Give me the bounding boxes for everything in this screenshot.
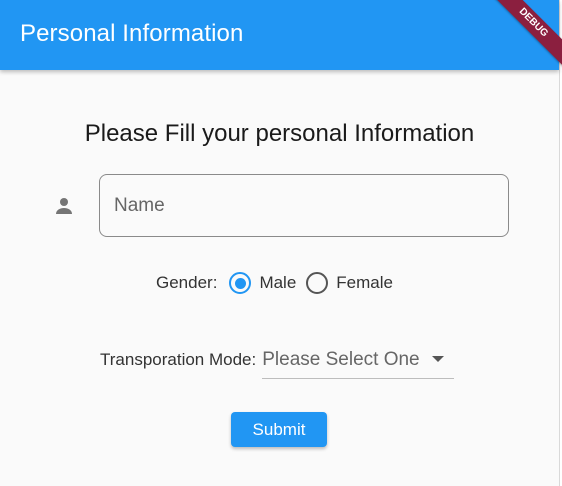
radio-male-label: Male bbox=[259, 273, 297, 292]
form-content: Please Fill your personal Information Ge… bbox=[0, 70, 559, 486]
gender-label: Gender: bbox=[156, 273, 218, 292]
gender-option-female[interactable]: Female bbox=[306, 272, 393, 294]
transportation-label: Transporation Mode: bbox=[100, 350, 257, 369]
radio-male[interactable] bbox=[229, 272, 252, 294]
transportation-dropdown[interactable]: Please Select One bbox=[262, 341, 455, 379]
dropdown-value: Please Select One bbox=[262, 348, 420, 370]
gender-option-male[interactable]: Male bbox=[229, 272, 296, 294]
name-input[interactable] bbox=[100, 175, 508, 236]
radio-female[interactable] bbox=[306, 272, 329, 294]
form-heading: Please Fill your personal Information bbox=[84, 120, 475, 147]
submit-button[interactable]: Submit bbox=[231, 412, 327, 447]
gender-selector: Gender: Male Female bbox=[0, 268, 559, 298]
transportation-row: Transporation Mode: Please Select One bbox=[100, 340, 455, 380]
app-window: Personal Information DEBUG Please Fill y… bbox=[0, 0, 562, 486]
app-bar: Personal Information bbox=[0, 0, 559, 70]
radio-female-label: Female bbox=[336, 273, 393, 292]
name-field[interactable] bbox=[99, 174, 509, 237]
chevron-down-icon[interactable] bbox=[432, 356, 445, 362]
person-icon bbox=[56, 198, 72, 214]
app-bar-title: Personal Information bbox=[20, 20, 244, 47]
